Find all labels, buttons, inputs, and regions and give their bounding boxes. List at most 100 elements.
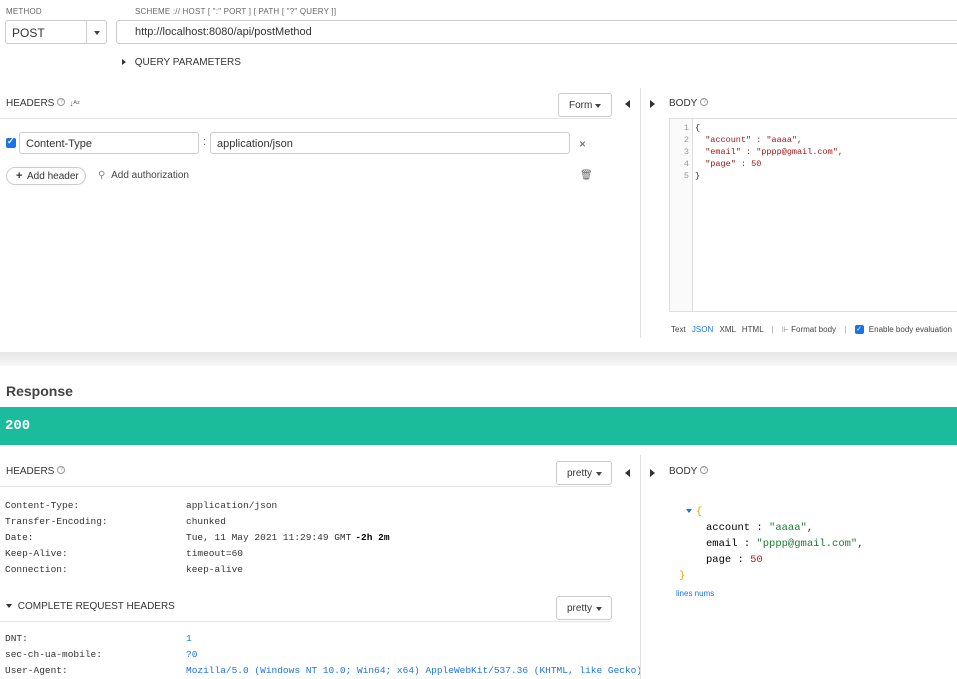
response-header-name: Keep-Alive: [5,548,68,559]
chevron-down-icon [596,472,602,476]
json-key: account [706,522,751,534]
response-header-value: timeout=60 [186,548,243,559]
header-separator: : [203,136,207,148]
json-value: 50 [750,554,763,566]
add-header-button[interactable]: + Add header [6,167,86,185]
json-value: "aaaa" [769,522,807,534]
header-value-text: application/json [186,500,278,511]
pretty-button-request[interactable]: pretty [556,596,612,620]
request-header-name: DNT: [5,633,28,644]
format-json[interactable]: JSON [692,325,713,334]
response-header-value: application/json [186,500,277,511]
request-header-name: User-Agent: [5,665,68,676]
response-header-value: Tue, 11 May 2021 11:29:49 GMT -2h 2m [186,532,390,543]
line-text: { [695,123,701,133]
collapse-left-icon[interactable] [625,100,630,108]
header-value-input[interactable]: application/json [210,132,570,154]
format-body-icon: ⊩ [781,325,789,334]
date-offset-badge: -2h 2m [355,532,390,543]
enable-eval-label: Enable body evaluation [868,325,952,334]
header-value-text: Tue, 11 May 2021 11:29:49 GMT [186,532,352,543]
pretty-button[interactable]: pretty [556,461,612,485]
body-line: 5} [670,170,843,182]
response-header-value: keep-alive [186,564,243,575]
line-number: 1 [683,123,689,133]
line-number: 3 [683,147,689,157]
format-text[interactable]: Text [671,325,686,334]
request-body-title: BODY? [669,98,709,109]
enable-eval-checkbox[interactable]: ✓ [854,325,864,335]
trash-icon[interactable]: 🗑 [580,170,593,181]
sort-az-icon[interactable]: ↓ᴬᶻ [69,99,80,108]
header-value-text: keep-alive [186,564,244,575]
header-value-text: chunked [186,516,226,527]
response-headers-title: HEADERS? [6,466,66,477]
response-json: { account : "aaaa", email : "pppp@gmail.c… [679,506,864,582]
collapse-json-icon[interactable] [686,509,692,514]
json-comma: , [857,538,864,550]
response-header-name: Connection: [5,564,68,575]
line-text: "page" : 50 [695,159,762,169]
help-icon[interactable]: ? [57,98,66,106]
form-button[interactable]: Form [558,93,612,117]
header-value-text: timeout=60 [186,548,244,559]
body-line: 2 "account" : "aaaa", [670,134,843,146]
format-html[interactable]: HTML [742,325,763,334]
plus-icon: + [16,170,23,182]
format-xml[interactable]: XML [719,325,735,334]
request-header-value: ?0 [186,649,198,660]
line-text: "email" : "pppp@gmail.com", [695,147,843,157]
response-title: Response [6,383,73,399]
query-parameters-label: QUERY PARAMETERS [134,57,241,68]
status-bar: 200 [0,407,957,445]
help-icon[interactable]: ? [700,466,709,474]
add-authorization-link[interactable]: ⚲ Add authorization [98,170,189,181]
expand-right-icon[interactable] [650,469,655,477]
header-name-input[interactable]: Content-Type [19,132,199,154]
request-header-value: 1 [186,633,192,644]
key-icon: ⚲ [98,170,106,181]
line-number: 2 [683,135,689,145]
line-text: "account" : "aaaa", [695,135,803,145]
response-header-name: Content-Type: [5,500,80,511]
url-input[interactable]: http://localhost:8080/api/postMethod [116,20,957,44]
chevron-down-icon [94,31,100,35]
json-field: email : "pppp@gmail.com", [706,538,864,550]
format-body-link[interactable]: Format body [791,325,836,334]
expand-right-icon[interactable] [650,100,655,108]
json-key: page [706,554,732,566]
request-header-value: Mozilla/5.0 (Windows NT 10.0; Win64; x64… [186,665,643,676]
line-number: 5 [683,171,689,181]
body-format-bar: Text JSON XML HTML | ⊩ Format body | ✓ E… [671,325,952,335]
collapse-left-icon[interactable] [625,469,630,477]
method-select[interactable]: POST [5,20,107,44]
body-line: 1{ [670,122,843,134]
response-body-title: BODY? [669,466,709,477]
lines-nums-link[interactable]: lines nums [676,589,714,598]
help-icon[interactable]: ? [700,98,709,106]
triangle-right-icon [122,59,126,66]
section-divider [0,352,957,366]
json-close-brace: } [679,570,686,582]
response-header-value: chunked [186,516,226,527]
header-enabled-checkbox[interactable]: ✓ [6,136,16,148]
help-icon[interactable]: ? [57,466,66,474]
request-headers-title: HEADERS? ↓ᴬᶻ [6,98,80,109]
remove-header-icon[interactable]: × [579,137,586,151]
body-line: 3 "email" : "pppp@gmail.com", [670,146,843,158]
body-editor[interactable]: 1{2 "account" : "aaaa", 3 "email" : "pppp… [669,118,957,312]
triangle-down-icon [6,604,12,609]
url-value: http://localhost:8080/api/postMethod [135,26,312,38]
json-field: account : "aaaa", [706,522,814,534]
chevron-down-icon [595,104,601,108]
request-header-name: sec-ch-ua-mobile: [5,649,102,660]
json-key: email [706,538,738,550]
chevron-down-icon [596,607,602,611]
status-code: 200 [5,418,31,434]
complete-request-headers-toggle[interactable]: COMPLETE REQUEST HEADERS [6,601,175,612]
method-label: METHOD [6,7,42,16]
body-line: 4 "page" : 50 [670,158,843,170]
json-comma: , [806,522,814,534]
response-header-name: Date: [5,532,34,543]
query-parameters-toggle[interactable]: QUERY PARAMETERS [122,57,241,68]
